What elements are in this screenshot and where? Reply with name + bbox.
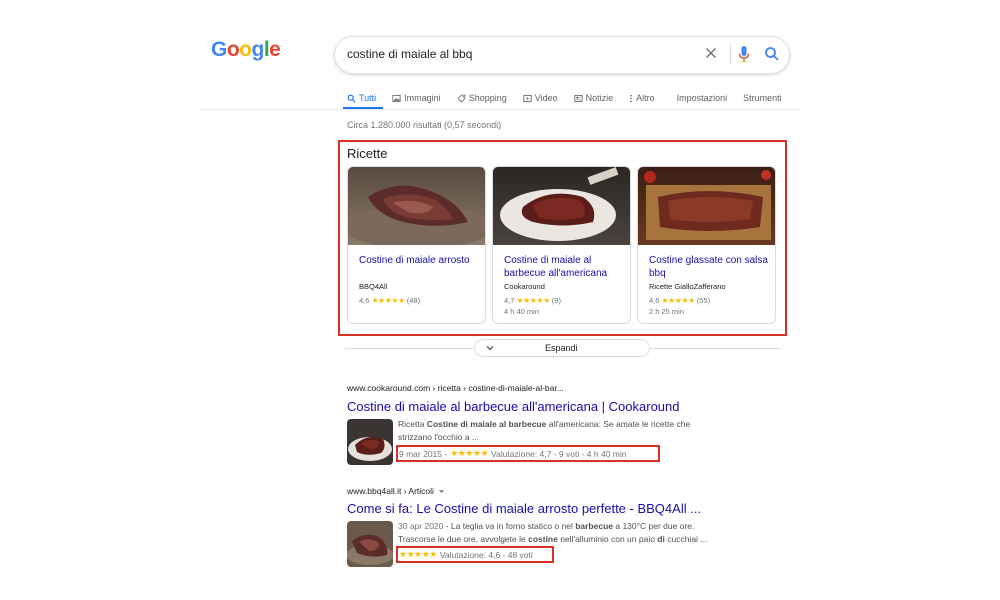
result-rating-text: Valutazione: 4,7 - 9 voti - 4 h 40 min [491,448,627,459]
star-rating-icon: ★★★★★ [371,296,405,305]
rating-value: 4,6 [649,296,660,305]
search-tabs: Tutti Immagini Shopping Video Notizie Al… [347,90,798,106]
tag-icon [457,94,465,102]
recipe-title[interactable]: Costine glassate con salsa bbq [649,255,771,280]
more-vert-icon [630,94,632,102]
google-logo[interactable]: Google [211,38,281,62]
recipe-card[interactable]: Costine di maiale al barbecue all'americ… [492,166,631,324]
recipe-card[interactable]: Costine di maiale arrosto BBQ4All 4,6 ★★… [347,166,486,324]
news-icon [574,94,583,102]
result-url[interactable]: www.cookaround.com › ricetta › costine-d… [347,383,564,393]
mic-icon[interactable] [737,45,751,63]
recipe-image [493,167,630,245]
result-snippet: 30 apr 2020 - La teglia va in forno stat… [398,520,743,546]
rating-value: 4,7 [504,296,515,305]
recipe-image [638,167,775,245]
nav-divider [200,109,802,110]
snippet-text: Ricetta [398,419,427,429]
star-rating-icon: ★★★★★ [399,549,437,559]
snippet-text: all'americana: Se amate le ricette che [546,419,691,429]
result-rich-snippet: 9 mar 2015 - ★★★★★ Valutazione: 4,7 - 9 … [399,448,627,459]
snippet-text: a 130°C per due ore. [613,521,695,531]
recipe-rating: 4,7 ★★★★★ (9) [504,296,561,305]
tab-label: Shopping [468,93,507,103]
recipe-time: 4 h 40 min [504,307,540,316]
caret-down-icon[interactable] [438,488,445,495]
recipe-rating: 4,6 ★★★★★ (48) [359,296,420,305]
tab-label: Immagini [404,93,441,103]
tab-label: Tutti [359,93,377,103]
expand-label: Espandi [545,343,578,353]
recipe-source: Cookaround [504,282,545,291]
result-rich-snippet: ★★★★★ Valutazione: 4,6 - 48 voti [399,549,533,560]
result-title[interactable]: Costine di maiale al barbecue all'americ… [347,399,680,414]
tab-label: Notizie [585,93,614,103]
snippet-bold: di [657,534,665,544]
rating-votes: (9) [551,296,561,305]
star-rating-icon: ★★★★★ [450,448,489,458]
tab-immagini[interactable]: Immagini [392,90,441,106]
recipe-rating: 4,6 ★★★★★ (55) [649,296,710,305]
tab-tutti[interactable]: Tutti [347,90,376,106]
result-thumbnail[interactable] [347,419,393,465]
image-icon [392,94,401,102]
tab-strumenti[interactable]: Strumenti [743,90,782,106]
tab-impostazioni[interactable]: Impostazioni [677,90,728,106]
chevron-down-icon [486,346,494,351]
recipe-time: 2 h 25 min [649,307,685,316]
star-rating-icon: ★★★★★ [516,296,550,305]
recipe-title[interactable]: Costine di maiale arrosto [359,255,481,268]
tab-label: Impostazioni [676,93,728,103]
recipe-source: BBQ4All [359,282,388,291]
recipes-heading: Ricette [347,146,388,161]
tab-label: Altro [636,93,655,103]
recipe-image [348,167,485,249]
rating-value: 4,6 [359,296,370,305]
snippet-text: Trascorse le due ore, avvolgete le [398,534,529,544]
result-thumbnail[interactable] [347,521,393,567]
snippet-text: strizzano l'occhio a ... [398,432,479,442]
tab-video[interactable]: Video [523,90,558,106]
tab-notizie[interactable]: Notizie [574,90,614,106]
result-rating-text: Valutazione: 4,6 - 48 voti [439,549,533,560]
tab-label: Strumenti [743,93,782,103]
search-icon [347,94,356,103]
recipe-card[interactable]: Costine glassate con salsa bbq Ricette G… [637,166,776,324]
result-url-row[interactable]: www.bbq4all.it › Articoli [347,486,445,496]
search-divider [730,44,731,64]
recipe-source: Ricette GialloZafferano [649,282,726,291]
result-stats: Circa 1.280.000 risultati (0,57 secondi) [347,120,502,130]
search-input[interactable]: costine di maiale al bbq [347,47,472,61]
snippet-text: cucchiai ... [664,534,708,544]
tab-shopping[interactable]: Shopping [457,90,507,106]
result-date: 9 mar 2015 - [399,448,448,459]
result-date: 30 apr 2020 [398,521,444,531]
result-url[interactable]: www.bbq4all.it › Articoli [347,486,434,496]
clear-icon[interactable] [703,45,719,61]
tab-altro[interactable]: Altro [629,90,655,106]
snippet-text: - La teglia va in forno statico o nel [443,521,576,531]
snippet-bold: barbecue [575,521,613,531]
search-icon[interactable] [764,46,780,62]
rating-votes: (55) [696,296,711,305]
recipe-title[interactable]: Costine di maiale al barbecue all'americ… [504,255,626,280]
snippet-bold: Costine di maiale al barbecue [426,419,547,429]
star-rating-icon: ★★★★★ [661,296,695,305]
result-snippet: Ricetta Costine di maiale al barbecue al… [398,418,738,444]
rating-votes: (48) [406,296,421,305]
snippet-bold: costine [528,534,558,544]
result-title[interactable]: Come si fa: Le Costine di maiale arrosto… [347,501,701,516]
snippet-text: nell'alluminio con un paio [557,534,658,544]
tab-label: Video [534,93,558,103]
video-icon [523,94,532,102]
